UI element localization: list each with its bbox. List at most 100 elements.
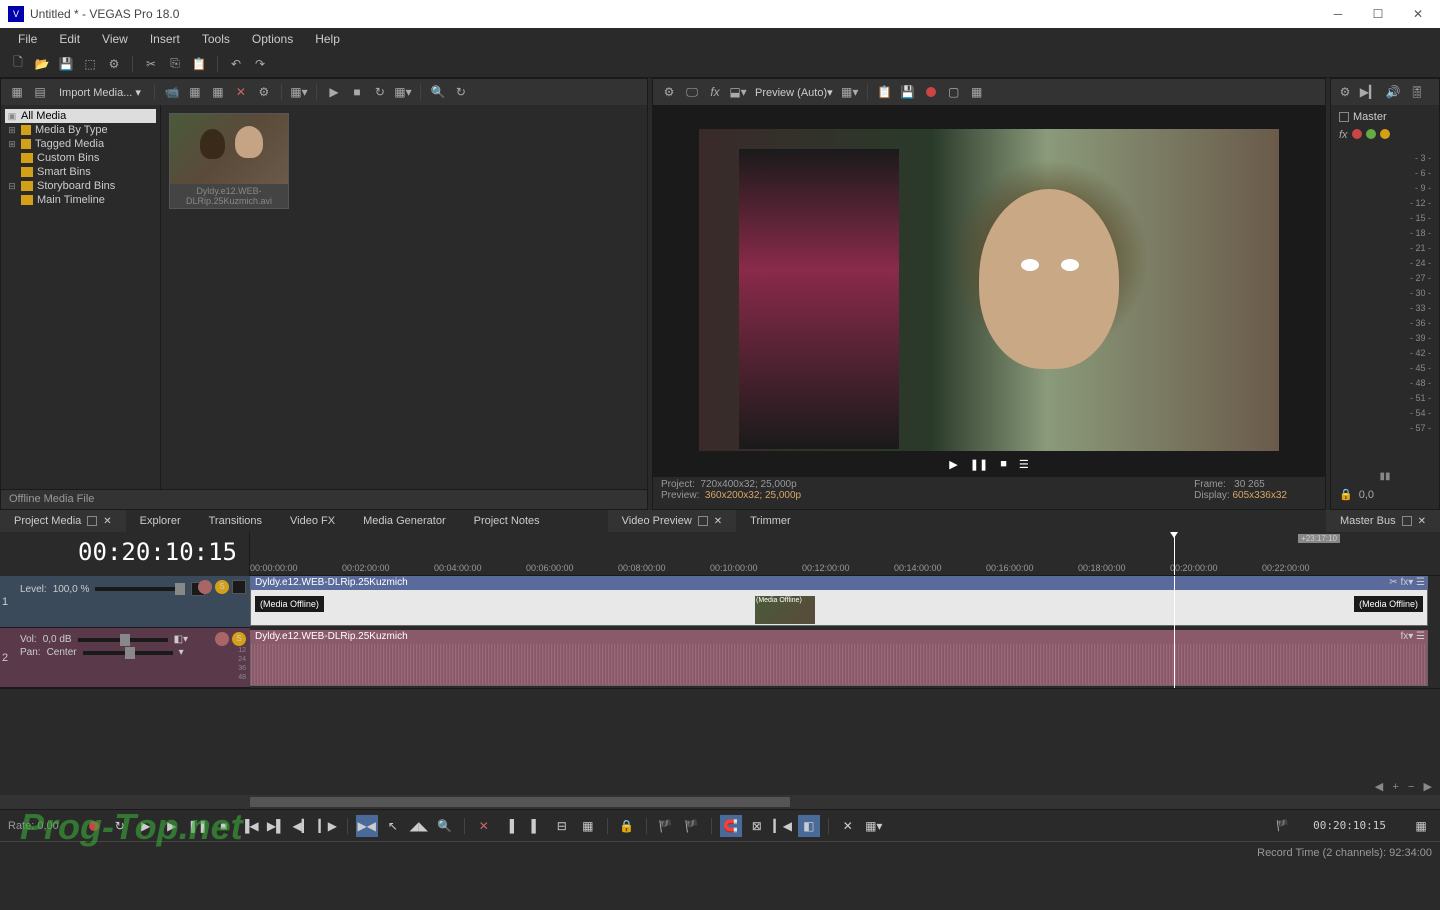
paste-icon[interactable]: 📋	[189, 54, 209, 74]
clip-fx-icon[interactable]: ✂ fx▾ ☰	[1389, 577, 1425, 588]
ms-gear-icon[interactable]: ⚙	[1335, 82, 1355, 102]
redo-icon[interactable]: ↷	[250, 54, 270, 74]
fx-icon[interactable]: fx	[705, 82, 725, 102]
tree-smart-bins[interactable]: Smart Bins	[5, 165, 156, 179]
menu-view[interactable]: View	[92, 29, 138, 49]
properties-icon[interactable]: ⚙	[104, 54, 124, 74]
copy-snapshot-icon[interactable]: 📋	[875, 82, 895, 102]
master-fx-icon[interactable]: fx	[1339, 129, 1348, 141]
media-thumbnail[interactable]: Dyldy.e12.WEB-DLRip.25Kuzmich.avi	[169, 113, 289, 209]
tab-project-notes[interactable]: Project Notes	[460, 510, 554, 532]
envelope-icon[interactable]: ◢◣	[408, 815, 430, 837]
timeline-empty[interactable]	[0, 688, 1440, 778]
tree-media-by-type[interactable]: ⊞Media By Type	[5, 123, 156, 137]
master-icon-3[interactable]	[1366, 129, 1376, 139]
track-solo-icon[interactable]: S	[215, 580, 229, 594]
ms-mixer-icon[interactable]: 🎚	[1407, 82, 1427, 102]
overlay-icon[interactable]: ▦▾	[840, 82, 860, 102]
clip-fx-icon[interactable]: fx▾ ☰	[1400, 631, 1425, 642]
menu-help[interactable]: Help	[305, 29, 350, 49]
preview-stop-icon[interactable]: ■	[1000, 458, 1007, 470]
zoom-tool-icon[interactable]: 🔍	[434, 815, 456, 837]
pv-gear-icon[interactable]: ⚙	[659, 82, 679, 102]
snap-markers-icon[interactable]: ▎◀	[772, 815, 794, 837]
lock-icon[interactable]: 🔒	[1339, 488, 1353, 501]
video-track-header[interactable]: 1 S Level: 100,0 %	[0, 576, 250, 628]
tree-all-media[interactable]: ▣All Media	[5, 109, 156, 123]
go-end-icon[interactable]: ▶▌	[265, 815, 287, 837]
pm-icon-5[interactable]: ▦	[208, 82, 228, 102]
tab-master-bus[interactable]: Master Bus ✕	[1326, 510, 1440, 532]
video-clip[interactable]: Dyldy.e12.WEB-DLRip.25Kuzmich (Media Off…	[250, 576, 1428, 626]
views-icon[interactable]: ▦▾	[289, 82, 309, 102]
menu-file[interactable]: File	[8, 29, 47, 49]
tab-explorer[interactable]: Explorer	[126, 510, 195, 532]
close-button[interactable]: ✕	[1398, 0, 1438, 28]
tab-project-media[interactable]: Project Media ✕	[0, 510, 126, 532]
new-icon[interactable]: 🗋	[8, 54, 28, 74]
maximize-button[interactable]: ☐	[1358, 0, 1398, 28]
split-icon[interactable]: ⬓▾	[728, 82, 748, 102]
track-mute-icon[interactable]	[215, 632, 229, 646]
tree-storyboard-bins[interactable]: ⊟Storyboard Bins	[5, 179, 156, 193]
render-icon[interactable]: ⬚	[80, 54, 100, 74]
master-mute-icon[interactable]	[1352, 129, 1362, 139]
external-monitor-icon[interactable]: 🖵	[682, 82, 702, 102]
region-icon[interactable]: 🏴	[681, 815, 703, 837]
pm-icon-2[interactable]: ▤	[30, 82, 50, 102]
scrollbar-thumb[interactable]	[250, 797, 790, 807]
tool-icon-5[interactable]: ▦	[577, 815, 599, 837]
search-icon[interactable]: 🔍	[428, 82, 448, 102]
snap-icon[interactable]: 🧲	[720, 815, 742, 837]
timeline-timecode[interactable]: 00:20:10:15	[0, 532, 250, 576]
trim-start-icon[interactable]: ▐	[499, 815, 521, 837]
capture-icon[interactable]: 📹	[162, 82, 182, 102]
pm-icon-10[interactable]: ▦▾	[393, 82, 413, 102]
stereo-pair-icon[interactable]: ▮▮	[1335, 469, 1435, 484]
pm-icon-1[interactable]: ▦	[7, 82, 27, 102]
undo-icon[interactable]: ↶	[226, 54, 246, 74]
pm-icon-4[interactable]: ▦	[185, 82, 205, 102]
track-solo-icon[interactable]: S	[232, 632, 246, 646]
tab-media-generator[interactable]: Media Generator	[349, 510, 460, 532]
preview-pause-icon[interactable]: ❚❚	[970, 458, 988, 471]
tree-main-timeline[interactable]: Main Timeline	[19, 193, 156, 207]
save-snapshot-icon[interactable]: 💾	[898, 82, 918, 102]
menu-options[interactable]: Options	[242, 29, 303, 49]
preview-mode-label[interactable]: Preview (Auto)▾	[755, 86, 833, 99]
playhead[interactable]	[1174, 576, 1175, 688]
preview-play-icon[interactable]: ▶	[949, 458, 957, 471]
delete-icon[interactable]: ✕	[473, 815, 495, 837]
track-icon[interactable]	[232, 580, 246, 594]
tree-tagged-media[interactable]: ⊞Tagged Media	[5, 137, 156, 151]
timeline-ruler[interactable]: +23:17:10 00:00:00:0000:02:00:0000:04:00…	[250, 532, 1440, 576]
save-icon[interactable]: 💾	[56, 54, 76, 74]
trim-end-icon[interactable]: ▌	[525, 815, 547, 837]
timeline-content[interactable]: Dyldy.e12.WEB-DLRip.25Kuzmich (Media Off…	[250, 576, 1440, 688]
split-icon[interactable]: ⊟	[551, 815, 573, 837]
marker-icon[interactable]: 🏴	[655, 815, 677, 837]
copy-icon[interactable]: ⎘	[165, 54, 185, 74]
ms-dim-icon[interactable]: 🔊	[1383, 82, 1403, 102]
next-frame-icon[interactable]: ▎▶	[317, 815, 339, 837]
record-icon[interactable]	[921, 82, 941, 102]
pv-icon-10[interactable]: ▢	[944, 82, 964, 102]
lock-icon[interactable]: 🔒	[616, 815, 638, 837]
loop-icon[interactable]: ↻	[370, 82, 390, 102]
play-icon[interactable]: ▶	[324, 82, 344, 102]
refresh-icon[interactable]: ↻	[451, 82, 471, 102]
tab-video-preview[interactable]: Video Preview ✕	[608, 510, 737, 532]
audio-track-header[interactable]: 2 S 12243648 Vol: 0,0 dB◧▾ Pan: Center▾	[0, 628, 250, 688]
ripple-icon[interactable]: ▦▾	[863, 815, 885, 837]
timecode-menu-icon[interactable]: ▦	[1410, 815, 1432, 837]
master-solo-icon[interactable]	[1380, 129, 1390, 139]
menu-edit[interactable]: Edit	[49, 29, 90, 49]
stop-icon[interactable]: ■	[347, 82, 367, 102]
gear-icon[interactable]: ⚙	[254, 82, 274, 102]
tree-custom-bins[interactable]: Custom Bins	[5, 151, 156, 165]
remove-icon[interactable]: ✕	[231, 82, 251, 102]
cut-icon[interactable]: ✂	[141, 54, 161, 74]
touch-icon[interactable]: ◧▾	[174, 634, 188, 645]
import-media-button[interactable]: Import Media... ▾	[53, 84, 147, 101]
minimize-button[interactable]: ─	[1318, 0, 1358, 28]
